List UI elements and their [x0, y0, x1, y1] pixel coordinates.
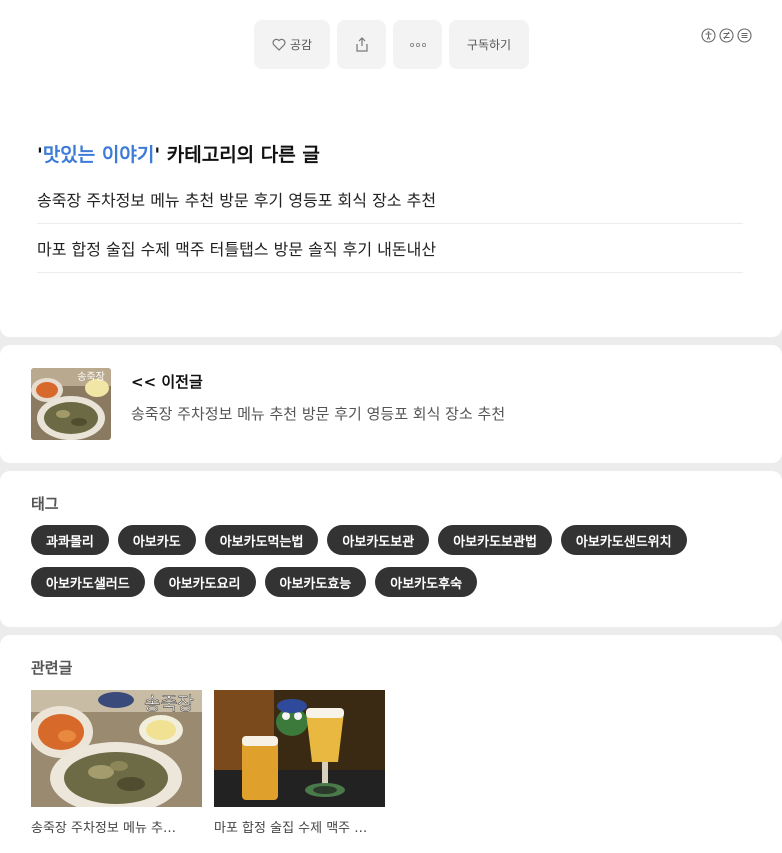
- tags-title: 태그: [31, 495, 59, 513]
- accessibility-icon[interactable]: [701, 28, 716, 43]
- heading-rest: ' 카테고리의 다른 글: [154, 144, 320, 166]
- tag-chip[interactable]: 아보카도샌드위치: [560, 525, 687, 555]
- related-posts-card: 관련글 송죽장 송죽장 주차정보 메뉴 추… 마포 합정 술집 수제 맥주 …: [0, 635, 782, 853]
- category-post-link[interactable]: 마포 합정 술집 수제 맥주 터틀탭스 방문 솔직 후기 내돈내산: [37, 224, 743, 273]
- category-post-list: 송죽장 주차정보 메뉴 추천 방문 후기 영등포 회식 장소 추천 마포 합정 …: [37, 175, 743, 273]
- food-photo: 송죽장: [31, 368, 111, 440]
- related-post-thumbnail[interactable]: [214, 690, 385, 807]
- category-heading: '맛있는 이야기' 카테고리의 다른 글: [37, 140, 320, 167]
- subscribe-button[interactable]: 구독하기: [449, 20, 529, 69]
- share-icon: [355, 37, 368, 52]
- tag-chip[interactable]: 아보카도: [117, 525, 196, 555]
- related-post-title[interactable]: 마포 합정 술집 수제 맥주 …: [214, 817, 385, 836]
- tag-chip[interactable]: 아보카도먹는법: [204, 525, 319, 555]
- post-footer-card: 공감 구독하기 '맛있는 이야기' 카테고리의 다른 글 송죽장 주차정보 메뉴…: [0, 0, 782, 337]
- menu-icon[interactable]: [737, 28, 752, 43]
- more-icon: [409, 42, 426, 47]
- like-button[interactable]: 공감: [254, 20, 330, 69]
- tag-list: 과콰몰리 아보카도 아보카도먹는법 아보카도보관 아보카도보관법 아보카도샌드위…: [31, 525, 751, 597]
- tag-chip[interactable]: 아보카도샐러드: [31, 567, 145, 597]
- thumb-caption: 송죽장: [77, 371, 105, 383]
- previous-post-label[interactable]: << 이전글: [131, 371, 203, 392]
- tags-card: 태그 과콰몰리 아보카도 아보카도먹는법 아보카도보관 아보카도보관법 아보카도…: [0, 471, 782, 627]
- share-button[interactable]: [337, 20, 386, 69]
- previous-post-card[interactable]: 송죽장 << 이전글 송죽장 주차정보 메뉴 추천 방문 후기 영등포 회식 장…: [0, 345, 782, 463]
- beer-photo: [214, 690, 385, 807]
- thumb-caption: 송죽장: [144, 694, 194, 715]
- tag-chip[interactable]: 아보카도보관: [327, 525, 430, 555]
- tag-chip[interactable]: 아보카도보관법: [438, 525, 552, 555]
- category-post-link[interactable]: 송죽장 주차정보 메뉴 추천 방문 후기 영등포 회식 장소 추천: [37, 175, 743, 224]
- heart-icon: [272, 38, 286, 51]
- tag-chip[interactable]: 과콰몰리: [31, 525, 109, 555]
- utility-icons: [701, 28, 752, 43]
- tag-chip[interactable]: 아보카도후숙: [375, 567, 478, 597]
- related-post-thumbnail[interactable]: 송죽장: [31, 690, 202, 807]
- related-post-title[interactable]: 송죽장 주차정보 메뉴 추…: [31, 817, 202, 836]
- previous-post-thumbnail[interactable]: 송죽장: [31, 368, 111, 440]
- food-photo: 송죽장: [31, 690, 202, 807]
- category-name-link[interactable]: 맛있는 이야기: [43, 144, 155, 166]
- block-icon[interactable]: [719, 28, 734, 43]
- action-bar: 공감 구독하기: [254, 20, 529, 69]
- more-button[interactable]: [393, 20, 442, 69]
- like-label: 공감: [289, 38, 313, 52]
- previous-post-title[interactable]: 송죽장 주차정보 메뉴 추천 방문 후기 영등포 회식 장소 추천: [131, 403, 505, 424]
- tag-chip[interactable]: 아보카도효능: [264, 567, 367, 597]
- related-title: 관련글: [31, 659, 73, 677]
- tag-chip[interactable]: 아보카도요리: [153, 567, 256, 597]
